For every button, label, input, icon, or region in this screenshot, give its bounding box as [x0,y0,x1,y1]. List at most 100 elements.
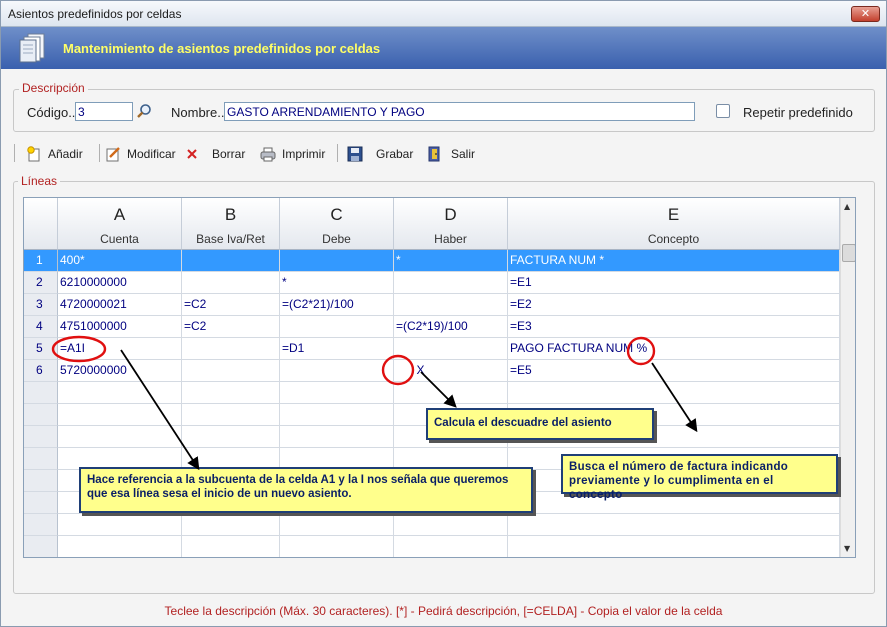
modificar-button[interactable]: Modificar [105,143,176,165]
row-header[interactable] [24,404,58,426]
borrar-button[interactable]: Borrar [184,143,245,165]
column-header-c[interactable]: C Debe [280,198,394,250]
close-button[interactable]: ✕ [851,6,880,22]
scroll-up-icon[interactable]: ▲ [844,202,850,211]
toolbar: Añadir Modificar Borrar Imprimir Grabar … [14,140,876,166]
grid-cell-e[interactable]: =E1 [508,272,840,294]
grid-cell-e[interactable] [508,536,840,557]
column-header-e[interactable]: E Concepto [508,198,840,250]
row-header[interactable] [24,536,58,557]
scroll-down-icon[interactable]: ▼ [844,544,850,553]
grid-cell-e[interactable]: =E3 [508,316,840,338]
row-header[interactable] [24,382,58,404]
column-letter: B [224,205,237,224]
grid-cell-a[interactable] [58,536,182,557]
scroll-thumb[interactable] [842,244,855,262]
grid-cell-d[interactable] [394,272,508,294]
grid-cell-b[interactable] [182,514,280,536]
grid-cell-b[interactable] [182,536,280,557]
grid-cell-a[interactable]: 4751000000 [58,316,182,338]
grid-cell-e[interactable] [508,514,840,536]
grid-cell-b[interactable] [182,360,280,382]
exit-door-icon [428,146,440,162]
grid-cell-a[interactable] [58,426,182,448]
grid-cell-c[interactable] [280,404,394,426]
grid-cell-e[interactable]: PAGO FACTURA NUM % [508,338,840,360]
column-header-a[interactable]: A Cuenta [58,198,182,250]
grid-cell-b[interactable]: =C2 [182,294,280,316]
grid-cell-c[interactable] [280,514,394,536]
column-label: Base Iva/Ret [196,232,265,246]
column-header-b[interactable]: B Base Iva/Ret [182,198,280,250]
grid-cell-e[interactable]: FACTURA NUM * [508,250,840,272]
grid-cell-a[interactable]: =A1I [58,338,182,360]
grid-cell-b[interactable] [182,272,280,294]
grid-cell-a[interactable] [58,404,182,426]
banner-title: Mantenimiento de asientos predefinidos p… [63,41,381,56]
nombre-field[interactable]: GASTO ARRENDAMIENTO Y PAGO [224,102,695,121]
row-header[interactable]: 3 [24,294,58,316]
column-letter: E [667,205,680,224]
grid-cell-a[interactable]: 6210000000 [58,272,182,294]
column-label: Haber [434,232,467,246]
grid-cell-b[interactable]: =C2 [182,316,280,338]
grabar-button[interactable]: Grabar [347,143,413,165]
grid-cell-c[interactable] [280,426,394,448]
grid-cell-c[interactable] [280,536,394,557]
codigo-field[interactable]: 3 [75,102,133,121]
grid-cell-e[interactable]: =E5 [508,360,840,382]
nombre-label: Nombre.. [171,105,225,120]
row-header[interactable]: 5 [24,338,58,360]
row-header[interactable]: 2 [24,272,58,294]
window-title: Asientos predefinidos por celdas [8,7,182,21]
repetir-checkbox[interactable] [716,104,730,118]
row-header[interactable]: 6 [24,360,58,382]
grid-cell-e[interactable] [508,492,840,514]
row-header[interactable]: 4 [24,316,58,338]
grid-cell-b[interactable] [182,382,280,404]
grid-cell-d[interactable] [394,294,508,316]
row-header[interactable] [24,514,58,536]
grid-cell-a[interactable] [58,382,182,404]
anadir-button[interactable]: Añadir [26,143,83,165]
salir-button[interactable]: Salir [426,143,475,165]
column-header-d[interactable]: D Haber [394,198,508,250]
vertical-scrollbar[interactable]: ▲ ▼ [840,198,855,557]
imprimir-button[interactable]: Imprimir [260,143,325,165]
grid-cell-b[interactable] [182,426,280,448]
grid-cell-d[interactable] [394,338,508,360]
documents-icon [19,33,45,63]
row-header[interactable]: 1 [24,250,58,272]
status-bar: Teclee la descripción (Máx. 30 caractere… [164,604,723,618]
modificar-label: Modificar [127,147,176,161]
grid-cell-d[interactable]: =(C2*19)/100 [394,316,508,338]
row-header[interactable] [24,426,58,448]
grid-cell-a[interactable]: 5720000000 [58,360,182,382]
grid-cell-e[interactable]: =E2 [508,294,840,316]
grid-cell-b[interactable] [182,338,280,360]
grid-cell-a[interactable] [58,514,182,536]
grid-cell-c[interactable] [280,316,394,338]
row-header[interactable] [24,492,58,514]
grid-cell-c[interactable] [280,250,394,272]
grid-cell-d[interactable] [394,382,508,404]
grid-cell-b[interactable] [182,250,280,272]
grid-cell-b[interactable] [182,404,280,426]
grid-cell-c[interactable] [280,360,394,382]
grid-cell-c[interactable]: =D1 [280,338,394,360]
grid-cell-c[interactable]: =(C2*21)/100 [280,294,394,316]
grid-cell-c[interactable] [280,382,394,404]
grid-cell-a[interactable]: 4720000021 [58,294,182,316]
grid-cell-c[interactable]: * [280,272,394,294]
grid-cell-d[interactable] [394,536,508,557]
grid-cell-a[interactable]: 400* [58,250,182,272]
grid-cell-d[interactable] [394,514,508,536]
search-icon[interactable] [136,103,152,119]
grid-cell-d[interactable]: X [394,360,508,382]
grid-cell-d[interactable]: * [394,250,508,272]
column-label: Concepto [647,232,700,246]
row-header[interactable] [24,448,58,470]
grid-cell-e[interactable] [508,382,840,404]
save-icon [347,146,363,162]
row-header[interactable] [24,470,58,492]
